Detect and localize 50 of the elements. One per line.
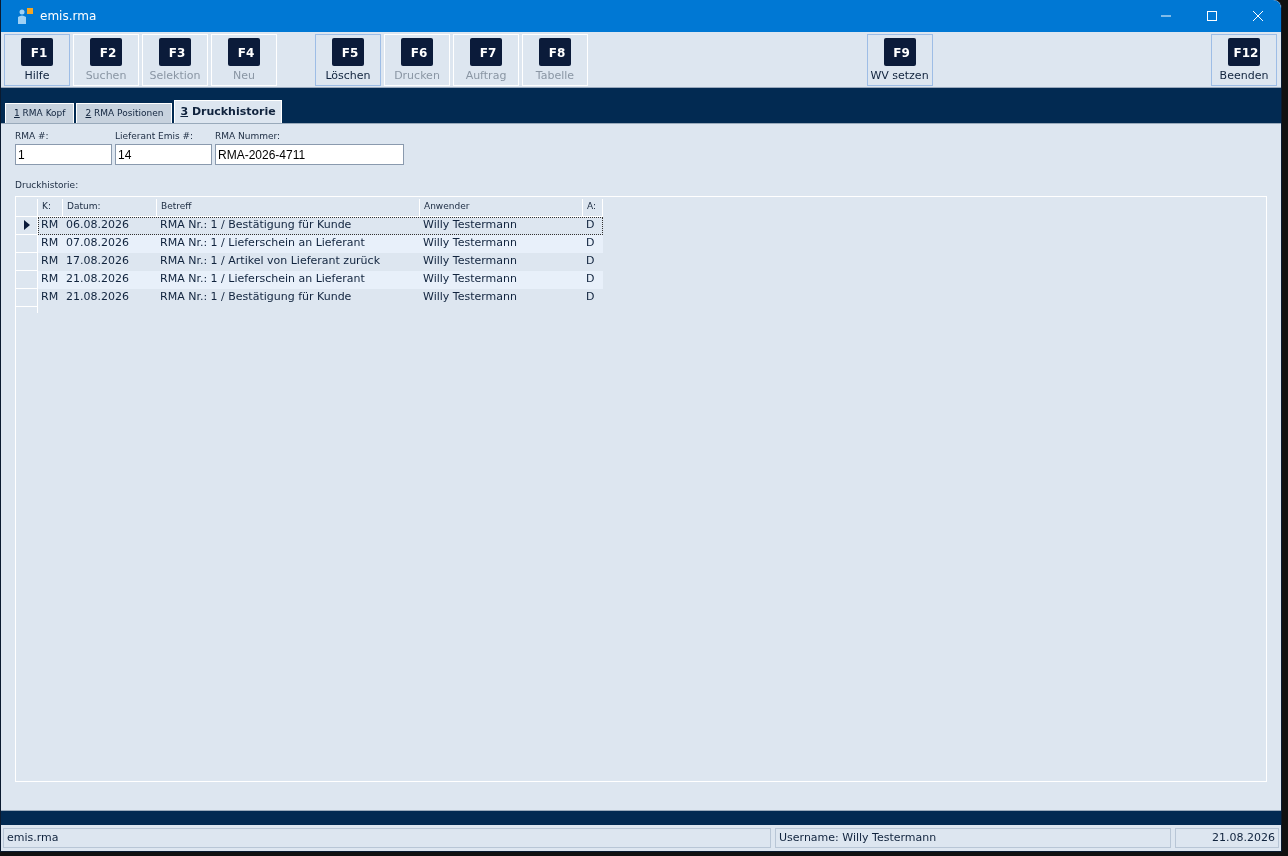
table-cell-text: D	[585, 271, 596, 288]
function-key-button[interactable]: F12 Beenden	[1211, 33, 1277, 86]
table-cell-text: RM	[40, 217, 60, 234]
table-cell-text: RMA Nr.: 1 / Lieferschein an Lieferant	[159, 271, 366, 288]
table-cell-text: 06.08.2026	[65, 217, 130, 234]
tab[interactable]: 3 Druckhistorie	[174, 100, 282, 123]
status-text: 21.08.2026	[1175, 828, 1279, 848]
table-cell-text: RMA Nr.: 1 / Bestätigung für Kunde	[159, 289, 353, 306]
table-cell-text: 21.08.2026	[65, 289, 130, 306]
table-cell-text: 07.08.2026	[65, 235, 130, 252]
tab[interactable]: 2 RMA Positionen	[76, 103, 173, 123]
table-cell-text: Willy Testermann	[422, 289, 518, 306]
table-cell-text: RM	[40, 235, 60, 252]
table-cell-text: D	[585, 289, 596, 306]
column-header[interactable]: Betreff	[157, 198, 420, 217]
table-cell-text: D	[585, 253, 596, 270]
table-cell-text: 21.08.2026	[65, 271, 130, 288]
input-field[interactable]: 1	[15, 144, 112, 165]
table-cell-text: RMA Nr.: 1 / Artikel von Lieferant zurück	[159, 253, 381, 270]
table-cell-text: Willy Testermann	[422, 235, 518, 252]
current-row-icon	[23, 220, 30, 230]
table-cell-text: Willy Testermann	[422, 253, 518, 270]
field-label: RMA #:	[15, 130, 50, 143]
status-text: Username: Willy Testermann	[775, 828, 1171, 848]
table-label: Druckhistorie:	[15, 179, 80, 192]
input-field[interactable]: 14	[115, 144, 212, 165]
table-cell-text: Willy Testermann	[422, 271, 518, 288]
column-header[interactable]: A:	[583, 198, 603, 217]
function-key-button[interactable]: F1 Hilfe	[4, 33, 70, 86]
status-text: emis.rma	[3, 828, 771, 848]
field-label: RMA Nummer:	[215, 130, 282, 143]
table-cell-text: 17.08.2026	[65, 253, 130, 270]
table-cell-text: RMA Nr.: 1 / Bestätigung für Kunde	[159, 217, 353, 234]
window-title: emis.rma	[40, 8, 97, 25]
table-cell-text: RM	[40, 271, 60, 288]
tab[interactable]: 1 RMA Kopf	[5, 103, 75, 123]
table-cell-text: RMA Nr.: 1 / Lieferschein an Lieferant	[159, 235, 366, 252]
table-cell-text: RM	[40, 253, 60, 270]
function-key-button[interactable]: F5 Löschen	[315, 33, 381, 86]
column-header[interactable]: Datum:	[63, 198, 157, 217]
table-cell-text: RM	[40, 289, 60, 306]
column-header[interactable]: Anwender	[420, 198, 583, 217]
field-label: Lieferant Emis #:	[115, 130, 195, 143]
table-cell-text: D	[585, 235, 596, 252]
input-field[interactable]: RMA-2026-4711	[215, 144, 404, 165]
app-icon	[17, 7, 33, 25]
column-header[interactable]: K:	[38, 198, 63, 217]
function-key-button[interactable]: F9 WV setzen	[866, 33, 933, 86]
table-cell-text: D	[585, 217, 596, 234]
table-cell-text: Willy Testermann	[422, 217, 518, 234]
